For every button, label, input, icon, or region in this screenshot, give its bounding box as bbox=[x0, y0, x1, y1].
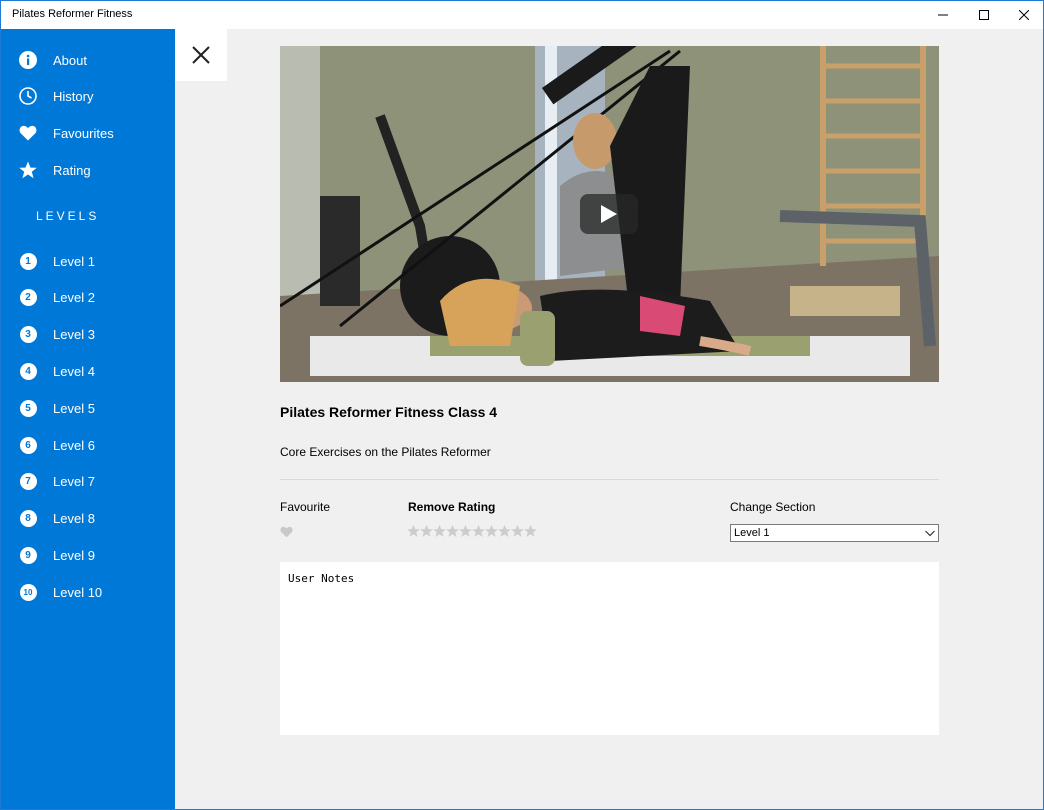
window-title: Pilates Reformer Fitness bbox=[12, 8, 133, 20]
star-icon bbox=[19, 161, 37, 179]
number-8-icon: 8 bbox=[19, 509, 37, 527]
star-icon[interactable] bbox=[459, 524, 472, 538]
number-1-icon: 1 bbox=[19, 252, 37, 270]
number-2-icon: 2 bbox=[19, 288, 37, 306]
sidebar-item-about[interactable]: About bbox=[1, 45, 175, 75]
sidebar-item-level-2[interactable]: 2 Level 2 bbox=[1, 282, 175, 312]
star-icon[interactable] bbox=[485, 524, 498, 538]
maximize-icon bbox=[979, 10, 989, 20]
close-icon bbox=[192, 46, 210, 64]
star-icon[interactable] bbox=[498, 524, 511, 538]
sidebar-item-level-6[interactable]: 6 Level 6 bbox=[1, 430, 175, 460]
minimize-icon bbox=[938, 14, 948, 16]
sidebar-item-level-7[interactable]: 7 Level 7 bbox=[1, 466, 175, 496]
chevron-down-icon bbox=[925, 530, 935, 537]
sidebar-item-level-9[interactable]: 9 Level 9 bbox=[1, 540, 175, 570]
sidebar-item-level-3[interactable]: 3 Level 3 bbox=[1, 319, 175, 349]
star-icon[interactable] bbox=[524, 524, 537, 538]
sidebar-item-level-8[interactable]: 8 Level 8 bbox=[1, 503, 175, 533]
app-window: Pilates Reformer Fitness About History F… bbox=[0, 0, 1044, 810]
change-section-label: Change Section bbox=[730, 500, 816, 514]
star-icon[interactable] bbox=[407, 524, 420, 538]
play-icon bbox=[601, 205, 617, 223]
rating-stars bbox=[407, 524, 537, 538]
star-icon[interactable] bbox=[472, 524, 485, 538]
number-4-icon: 4 bbox=[19, 362, 37, 380]
info-icon bbox=[19, 51, 37, 69]
user-notes-input[interactable] bbox=[280, 562, 939, 735]
minimize-button[interactable] bbox=[920, 1, 966, 29]
sidebar-item-favourites[interactable]: Favourites bbox=[1, 118, 175, 148]
section-select[interactable]: Level 1 bbox=[730, 524, 939, 542]
close-icon bbox=[1019, 10, 1029, 20]
heart-icon bbox=[19, 124, 37, 142]
number-9-icon: 9 bbox=[19, 546, 37, 564]
heart-icon bbox=[280, 526, 293, 538]
class-title: Pilates Reformer Fitness Class 4 bbox=[280, 404, 498, 420]
sidebar-item-history[interactable]: History bbox=[1, 81, 175, 111]
close-pane-button[interactable] bbox=[175, 29, 227, 81]
class-description: Core Exercises on the Pilates Reformer bbox=[280, 445, 491, 459]
sidebar: About History Favourites Rating LEVELS 1 bbox=[1, 29, 175, 809]
favourite-toggle[interactable] bbox=[280, 525, 293, 543]
play-button[interactable] bbox=[580, 194, 638, 234]
sidebar-item-level-5[interactable]: 5 Level 5 bbox=[1, 393, 175, 423]
video-player[interactable] bbox=[280, 46, 939, 382]
star-icon[interactable] bbox=[511, 524, 524, 538]
close-window-button[interactable] bbox=[1001, 1, 1043, 29]
favourite-label: Favourite bbox=[280, 500, 331, 514]
levels-heading: LEVELS bbox=[36, 209, 100, 223]
sidebar-item-rating[interactable]: Rating bbox=[1, 155, 175, 185]
star-icon[interactable] bbox=[420, 524, 433, 538]
title-bar[interactable]: Pilates Reformer Fitness bbox=[1, 1, 1043, 29]
number-10-icon: 10 bbox=[19, 583, 37, 601]
sidebar-item-level-10[interactable]: 10 Level 10 bbox=[1, 577, 175, 607]
sidebar-item-level-4[interactable]: 4 Level 4 bbox=[1, 356, 175, 386]
remove-rating-button[interactable]: Remove Rating bbox=[408, 500, 495, 514]
number-7-icon: 7 bbox=[19, 472, 37, 490]
sidebar-item-level-1[interactable]: 1 Level 1 bbox=[1, 246, 175, 276]
star-icon[interactable] bbox=[433, 524, 446, 538]
clock-icon bbox=[19, 87, 37, 105]
divider bbox=[280, 479, 939, 480]
number-6-icon: 6 bbox=[19, 436, 37, 454]
star-icon[interactable] bbox=[446, 524, 459, 538]
number-3-icon: 3 bbox=[19, 325, 37, 343]
section-select-value: Level 1 bbox=[734, 527, 770, 539]
number-5-icon: 5 bbox=[19, 399, 37, 417]
